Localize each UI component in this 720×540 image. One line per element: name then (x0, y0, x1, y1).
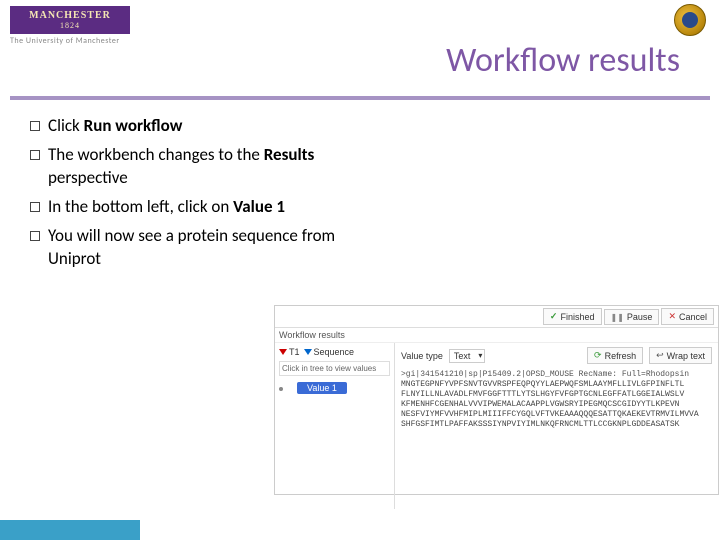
value-viewer: Value type Text Refresh Wrap text >gi|34… (395, 343, 718, 509)
logo-text: MANCHESTER (29, 10, 111, 21)
value-type-label: Value type (401, 351, 443, 361)
refresh-icon (594, 350, 602, 361)
wrap-icon (656, 350, 664, 361)
tree-hint: Click in tree to view values (279, 361, 390, 376)
run-toolbar: Finished Pause Cancel (275, 306, 718, 328)
sequence-header: >gi|341541210|sp|P15409.2|OPSD_MOUSE Rec… (401, 370, 712, 380)
list-item: In the bottom left, click on Value 1 (30, 196, 370, 219)
refresh-button[interactable]: Refresh (587, 347, 643, 364)
logo-subtitle: The University of Manchester (10, 36, 130, 46)
tab-t1[interactable]: T1 (279, 347, 300, 357)
close-icon (668, 311, 676, 322)
list-item: You will now see a protein sequence from… (30, 225, 370, 271)
value-1-node[interactable]: Value 1 (297, 382, 347, 394)
sequence-line: NESFVIYMFVVHFMIPLMIIIFFCYGQLVFTVKEAAAQQQ… (401, 410, 712, 420)
bullet-icon (279, 387, 283, 391)
logo-year: 1824 (60, 21, 80, 30)
finished-button[interactable]: Finished (543, 308, 602, 325)
triangle-icon (279, 349, 287, 355)
sequence-text: >gi|341541210|sp|P15409.2|OPSD_MOUSE Rec… (401, 370, 712, 430)
footer-accent (0, 520, 140, 540)
badge-icon (674, 4, 706, 36)
list-item: Click Run workflow (30, 115, 370, 138)
pause-button[interactable]: Pause (604, 309, 660, 325)
bullet-list: Click Run workflow The workbench changes… (30, 115, 370, 277)
triangle-icon (304, 349, 312, 355)
sequence-line: KFMENHFCGENHALVVVIPWEMALACAAPPLVGWSRYIPE… (401, 400, 712, 410)
divider (10, 96, 710, 100)
page-title: Workflow results (446, 40, 680, 81)
wrap-text-button[interactable]: Wrap text (649, 347, 712, 364)
sequence-line: SHFGSFIMTLPAFFAKSSSIYNPVIYIMLNKQFRNCMLTT… (401, 420, 712, 430)
check-icon (550, 311, 558, 322)
sequence-line: FLNYILLNLAVADLFMVFGGFTTTLYTSLHGYFVFGPTGC… (401, 390, 712, 400)
results-tree: T1 Sequence Click in tree to view values… (275, 343, 395, 509)
slide-header: MANCHESTER 1824 The University of Manche… (0, 0, 720, 100)
cancel-button[interactable]: Cancel (661, 308, 714, 325)
pause-icon (611, 312, 624, 322)
sequence-line: MNGTEGPNFYVPFSNVTGVVRSPFEQPQYYLAEPWQFSML… (401, 380, 712, 390)
tab-sequence[interactable]: Sequence (304, 347, 355, 357)
panel-title: Workflow results (275, 328, 718, 343)
university-logo: MANCHESTER 1824 The University of Manche… (10, 6, 130, 46)
value-type-select[interactable]: Text (449, 349, 486, 363)
list-item: The workbench changes to the Results per… (30, 144, 370, 190)
results-panel-screenshot: Finished Pause Cancel Workflow results T… (274, 305, 719, 495)
